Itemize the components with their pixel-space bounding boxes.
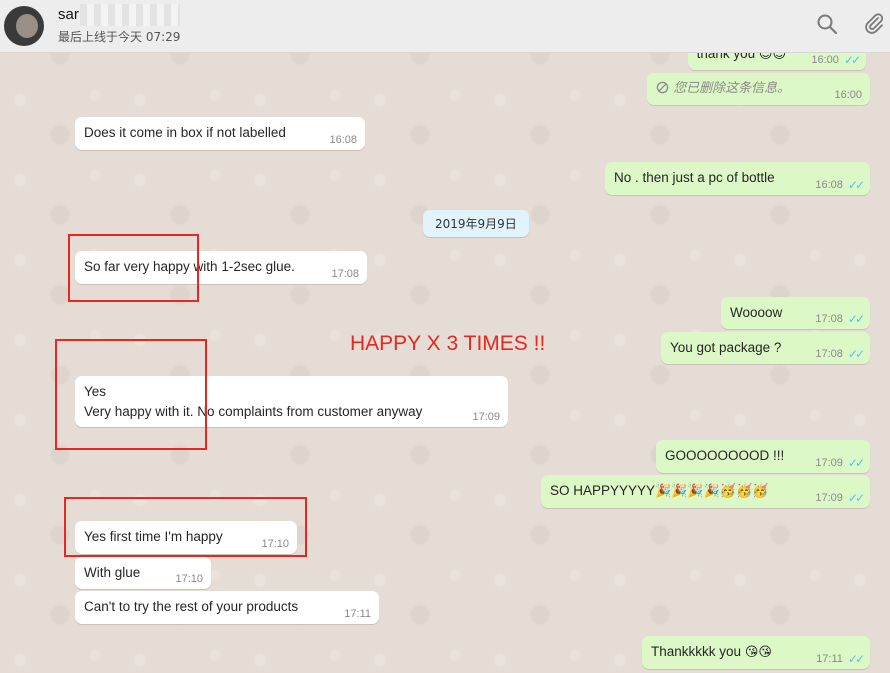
emoji: 🎉🎉🎉🎉🥳🥳🥳 bbox=[655, 483, 769, 498]
message-time: 16:08 bbox=[329, 134, 357, 146]
message-outgoing[interactable]: Thankkkkk you 😘😘 17:11 ✓✓ bbox=[642, 636, 870, 669]
message-text: 您已删除这条信息。 bbox=[673, 81, 791, 96]
message-incoming[interactable]: Can't to try the rest of your products 1… bbox=[75, 591, 379, 624]
message-incoming[interactable]: With glue 17:10 bbox=[75, 557, 211, 589]
read-ticks-icon: ✓✓ bbox=[843, 53, 861, 67]
message-text: You got package ? bbox=[670, 340, 782, 355]
message-outgoing[interactable]: GOOOOOOOOD !!! 17:09 ✓✓ bbox=[656, 440, 870, 473]
date-separator: 2019年9月9日 bbox=[423, 210, 529, 237]
message-incoming[interactable]: Does it come in box if not labelled 16:0… bbox=[75, 117, 365, 150]
message-text: Can't to try the rest of your products bbox=[84, 599, 299, 614]
last-seen-status: 最后上线于今天 07:29 bbox=[58, 30, 181, 44]
message-text: SO HAPPYYYYY bbox=[550, 483, 656, 498]
message-time: 17:08 bbox=[331, 268, 359, 280]
read-ticks-icon: ✓✓ bbox=[847, 178, 865, 192]
message-time: 16:00 bbox=[811, 54, 839, 66]
message-outgoing[interactable]: SO HAPPYYYYY🎉🎉🎉🎉🥳🥳🥳 17:09 ✓✓ bbox=[541, 475, 870, 508]
message-time: 17:09 bbox=[815, 492, 843, 504]
read-ticks-icon: ✓✓ bbox=[847, 456, 865, 470]
message-time: 17:11 bbox=[344, 608, 371, 620]
read-ticks-icon: ✓✓ bbox=[847, 491, 865, 505]
deleted-icon bbox=[656, 81, 669, 94]
message-outgoing[interactable]: You got package ? 17:08 ✓✓ bbox=[661, 332, 870, 364]
annotation-box bbox=[68, 234, 199, 302]
message-time: 17:08 bbox=[815, 313, 843, 325]
message-text: With glue bbox=[84, 565, 141, 580]
contact-name[interactable]: sar bbox=[58, 6, 79, 23]
annotation-box bbox=[55, 339, 207, 450]
avatar[interactable] bbox=[4, 6, 44, 46]
message-outgoing[interactable]: No . then just a pc of bottle 16:08 ✓✓ bbox=[605, 162, 870, 195]
read-ticks-icon: ✓✓ bbox=[847, 312, 865, 326]
message-time: 17:09 bbox=[472, 411, 500, 423]
message-text: Thankkkkk you bbox=[651, 644, 742, 659]
read-ticks-icon: ✓✓ bbox=[847, 347, 865, 361]
name-redaction bbox=[80, 4, 180, 26]
emoji: 😘😘 bbox=[744, 644, 772, 659]
search-icon[interactable] bbox=[815, 12, 839, 36]
message-time: 16:08 bbox=[815, 179, 843, 191]
message-time: 16:00 bbox=[834, 89, 862, 101]
message-time: 17:08 bbox=[815, 348, 843, 360]
message-text: Does it come in box if not labelled bbox=[84, 125, 286, 140]
chat-header: sar 最后上线于今天 07:29 bbox=[0, 0, 890, 53]
annotation-box bbox=[64, 497, 307, 557]
message-text: Woooow bbox=[730, 305, 783, 320]
attach-icon[interactable] bbox=[862, 12, 886, 36]
message-deleted[interactable]: 您已删除这条信息。 16:00 bbox=[647, 73, 870, 105]
read-ticks-icon: ✓✓ bbox=[847, 652, 865, 666]
message-outgoing[interactable]: Woooow 17:08 ✓✓ bbox=[721, 297, 870, 329]
message-time: 17:09 bbox=[815, 457, 843, 469]
message-time: 17:11 bbox=[816, 653, 843, 665]
message-time: 17:10 bbox=[175, 573, 203, 585]
annotation-text: HAPPY X 3 TIMES !! bbox=[350, 332, 546, 355]
message-text: No . then just a pc of bottle bbox=[614, 170, 775, 185]
message-text: GOOOOOOOOD !!! bbox=[665, 448, 785, 463]
